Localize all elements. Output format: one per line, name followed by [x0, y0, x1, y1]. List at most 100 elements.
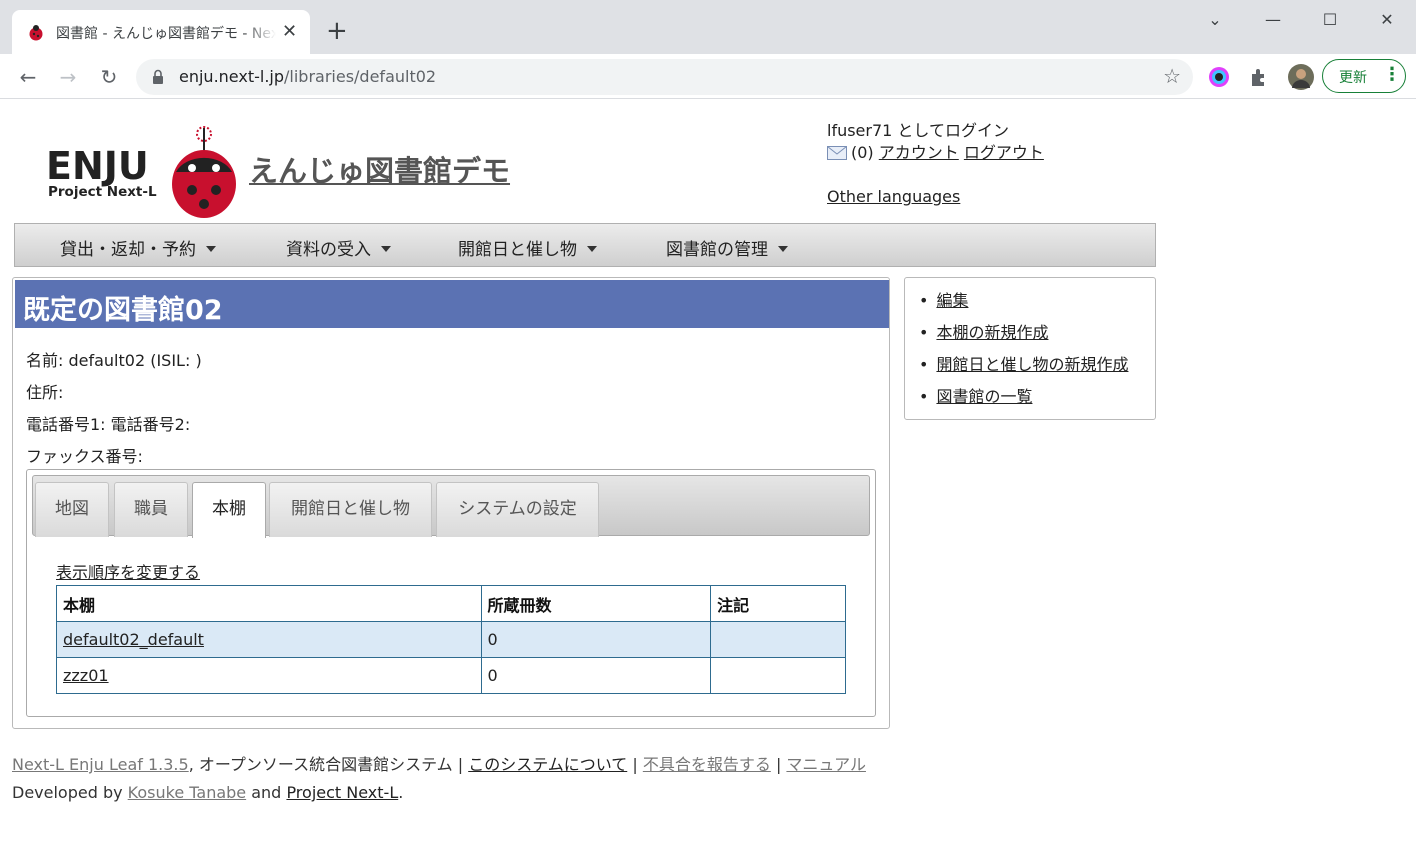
close-window-icon[interactable]: ✕ [1367, 8, 1407, 32]
product-link[interactable]: Next-L Enju Leaf 1.3.5 [12, 755, 189, 774]
tab-map[interactable]: 地図 [35, 482, 109, 537]
table-row: default02_default 0 [56, 621, 846, 658]
footer-line-2: Developed by Kosuke Tanabe and Project N… [12, 783, 403, 802]
author-link[interactable]: Kosuke Tanabe [128, 783, 246, 802]
lock-icon [153, 69, 163, 84]
separator: | [775, 755, 782, 774]
action-sidebar: 編集 本棚の新規作成 開館日と催し物の新規作成 図書館の一覧 [904, 277, 1156, 420]
library-address-line: 住所: [26, 383, 64, 402]
shelf-count-cell: 0 [480, 621, 712, 658]
menu-acquisition-label: 資料の受入 [286, 240, 371, 260]
library-phone-line: 電話番号1: 電話番号2: [26, 415, 191, 434]
shelf-note-cell [710, 621, 846, 658]
edit-link[interactable]: 編集 [936, 291, 968, 310]
column-header-count: 所蔵冊数 [480, 585, 712, 622]
update-label: 更新 [1339, 70, 1367, 86]
library-name-line: 名前: default02 (ISIL: ) [26, 351, 202, 370]
library-heading-bar: 既定の図書館02 [15, 280, 889, 328]
browser-tabstrip: 図書館 - えんじゅ図書館デモ - Next-L Enju ✕ + ⌄ — ☐ … [0, 0, 1416, 54]
tab-shelves[interactable]: 本棚 [192, 482, 266, 538]
color-extension-icon[interactable] [1208, 66, 1230, 88]
account-link[interactable]: アカウント [879, 143, 959, 162]
new-event-link[interactable]: 開館日と催し物の新規作成 [936, 355, 1128, 374]
list-item: 図書館の一覧 [919, 386, 1128, 418]
table-row: zzz01 0 [56, 657, 846, 694]
other-languages-link[interactable]: Other languages [827, 187, 960, 206]
ladybug-favicon-icon [29, 25, 43, 41]
tabs-bar: 地図 職員 本棚 開館日と催し物 システムの設定 [32, 475, 870, 538]
shelf-count-cell: 0 [480, 657, 712, 694]
reorder-link[interactable]: 表示順序を変更する [56, 559, 200, 583]
separator: | [457, 755, 464, 774]
menu-circulation-label: 貸出・返却・予約 [60, 240, 196, 260]
tab-staff[interactable]: 職員 [114, 482, 188, 537]
minimize-icon[interactable]: — [1253, 8, 1293, 32]
and-text: and [251, 783, 282, 802]
logo-wordmark: ENJU [46, 144, 149, 188]
menu-library-admin-label: 図書館の管理 [666, 240, 768, 260]
tab-events[interactable]: 開館日と催し物 [269, 482, 432, 537]
caret-down-icon [778, 246, 788, 252]
shelf-name-cell: default02_default [56, 621, 482, 658]
menu-library-admin[interactable]: 図書館の管理 [666, 235, 788, 260]
manual-link[interactable]: マニュアル [786, 755, 866, 774]
period-text: . [398, 783, 404, 802]
library-list-link[interactable]: 図書館の一覧 [936, 387, 1032, 406]
mail-icon[interactable] [827, 146, 847, 160]
developed-by-text: Developed by [12, 783, 123, 802]
list-item: 本棚の新規作成 [919, 322, 1128, 354]
logout-link[interactable]: ログアウト [964, 143, 1044, 162]
separator: | [632, 755, 638, 774]
about-link[interactable]: このシステムについて [468, 755, 627, 774]
profile-avatar[interactable] [1288, 64, 1314, 90]
column-header-shelf: 本棚 [56, 585, 482, 622]
menu-events-label: 開館日と催し物 [458, 240, 577, 260]
shelf-link[interactable]: zzz01 [63, 666, 109, 685]
enju-logo[interactable]: ENJU Project Next-L [44, 124, 240, 220]
reload-icon[interactable]: ↻ [96, 64, 122, 90]
new-shelf-link[interactable]: 本棚の新規作成 [936, 323, 1048, 342]
login-box: lfuser71 としてログイン (0) アカウント ログアウト Other l… [827, 120, 1044, 208]
action-list: 編集 本棚の新規作成 開館日と催し物の新規作成 図書館の一覧 [919, 290, 1128, 418]
browser-toolbar: ← → ↻ enju.next-l.jp/libraries/default02… [0, 54, 1416, 99]
browser-tab[interactable]: 図書館 - えんじゅ図書館デモ - Next-L Enju ✕ [12, 10, 310, 54]
product-description: , オープンソース統合図書館システム [188, 755, 453, 774]
login-status: lfuser71 としてログイン [827, 121, 1009, 140]
project-link[interactable]: Project Next-L [286, 783, 398, 802]
new-tab-icon[interactable]: + [326, 18, 348, 44]
table-header-row: 本棚 所蔵冊数 注記 [56, 585, 846, 622]
tab-close-icon[interactable]: ✕ [282, 22, 297, 42]
tab-system-settings[interactable]: システムの設定 [436, 482, 599, 537]
library-fax-line: ファックス番号: [26, 447, 143, 466]
shelf-name-cell: zzz01 [56, 657, 482, 694]
back-icon[interactable]: ← [15, 64, 41, 90]
column-header-note: 注記 [710, 585, 846, 622]
shelves-table: 本棚 所蔵冊数 注記 default02_default 0 zzz01 0 [56, 585, 846, 694]
caret-down-icon [587, 246, 597, 252]
menu-circulation[interactable]: 貸出・返却・予約 [60, 235, 216, 260]
site-title-link[interactable]: えんじゅ図書館デモ [249, 148, 510, 190]
report-bug-link[interactable]: 不具合を報告する [643, 755, 771, 774]
page-title: 既定の図書館02 [23, 295, 223, 326]
logo-subtitle: Project Next-L [48, 184, 157, 200]
url-text: enju.next-l.jp/libraries/default02 [179, 67, 437, 86]
forward-icon[interactable]: → [55, 64, 81, 90]
bookmark-star-icon[interactable]: ☆ [1163, 64, 1181, 88]
footer-line-1: Next-L Enju Leaf 1.3.5, オープンソース統合図書館システム… [12, 751, 866, 775]
caret-down-icon [206, 246, 216, 252]
shelf-link[interactable]: default02_default [63, 630, 204, 649]
tab-title: 図書館 - えんじゅ図書館デモ - Next-L Enju [56, 26, 276, 42]
maximize-icon[interactable]: ☐ [1310, 8, 1350, 32]
shelf-note-cell [710, 657, 846, 694]
caret-down-icon [381, 246, 391, 252]
main-menu-bar: 貸出・返却・予約 資料の受入 開館日と催し物 図書館の管理 [14, 223, 1156, 267]
mail-count: (0) [851, 143, 874, 162]
extensions-puzzle-icon[interactable] [1248, 66, 1270, 88]
menu-events[interactable]: 開館日と催し物 [458, 235, 597, 260]
update-button[interactable]: 更新 ⋮ [1322, 59, 1406, 93]
tab-search-icon[interactable]: ⌄ [1195, 8, 1235, 32]
more-menu-icon: ⋮ [1383, 64, 1401, 85]
menu-acquisition[interactable]: 資料の受入 [286, 235, 391, 260]
address-bar[interactable]: enju.next-l.jp/libraries/default02 ☆ [136, 59, 1193, 95]
list-item: 開館日と催し物の新規作成 [919, 354, 1128, 386]
